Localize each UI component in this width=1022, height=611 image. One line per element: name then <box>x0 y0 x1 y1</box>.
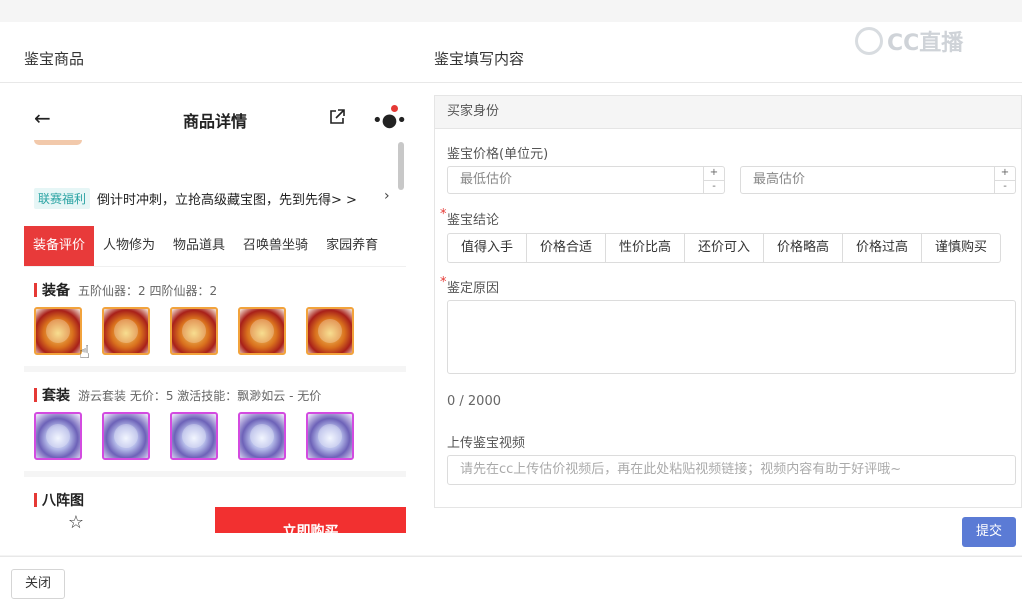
reason-textarea[interactable] <box>447 300 1016 374</box>
tab-home[interactable]: 家园养育 <box>317 226 387 266</box>
promo-tag: 联赛福利 <box>34 187 91 209</box>
minus-icon[interactable]: - <box>995 181 1015 194</box>
star-icon: ☆ <box>67 512 85 533</box>
plus-icon[interactable]: + <box>704 167 724 181</box>
set-item[interactable] <box>34 412 82 460</box>
equipment-item[interactable] <box>34 307 82 355</box>
section-separator <box>24 366 406 372</box>
min-price-stepper[interactable]: + - <box>703 167 724 193</box>
equipment-item[interactable] <box>170 307 218 355</box>
top-bar <box>0 0 1022 23</box>
tab-character[interactable]: 人物修为 <box>94 226 164 266</box>
promo-banner[interactable]: 联赛福利 倒计时冲刺，立抢高级藏宝图，先到先得> > › <box>24 187 394 209</box>
set-item[interactable] <box>306 412 354 460</box>
section-separator <box>24 471 406 477</box>
chevron-right-icon: › <box>384 188 390 204</box>
appraisal-form: 买家身份 鉴宝价格(单位元) 最低估价 +- 最高估价 +- 鉴宝结论 值得入手… <box>434 95 1022 508</box>
orange-tab-indicator <box>34 140 82 145</box>
submit-button[interactable]: 提交 <box>962 517 1016 547</box>
phone-header: ← 商品详情 •●• <box>24 96 406 140</box>
minus-icon[interactable]: - <box>704 181 724 194</box>
appraisal-panel: 鉴宝填写内容 买家身份 鉴宝价格(单位元) 最低估价 +- 最高估价 +- 鉴宝… <box>418 22 1022 555</box>
char-counter: 0 / 2000 <box>447 394 501 409</box>
video-label: 上传鉴宝视频 <box>447 436 526 451</box>
panel-divider <box>418 82 1022 83</box>
tab-equipment[interactable]: 装备评价 <box>24 226 95 266</box>
promo-text: 倒计时冲刺，立抢高级藏宝图，先到先得> > <box>97 192 357 208</box>
set-item[interactable] <box>102 412 150 460</box>
conclusion-fair-price[interactable]: 价格合适 <box>526 233 606 263</box>
equipment-meta: 五阶仙器：2 四阶仙器：2 <box>78 283 218 298</box>
form-section-title: 买家身份 <box>435 96 1021 129</box>
conclusion-caution[interactable]: 谨慎购买 <box>921 233 1001 263</box>
tab-pets[interactable]: 召唤兽坐骑 <box>234 226 317 266</box>
cc-logo-icon <box>855 27 883 55</box>
share-icon[interactable] <box>328 108 346 126</box>
panel-divider <box>0 82 418 83</box>
notification-dot <box>391 105 398 112</box>
watermark-text: CC直播 <box>887 31 964 56</box>
product-preview: ← 商品详情 •●• 联赛福利 倒计时冲刺，立抢高级藏宝图，先到先得> > › … <box>24 96 406 533</box>
cc-live-watermark: CC直播 <box>855 24 995 58</box>
equipment-item[interactable] <box>238 307 286 355</box>
price-label: 鉴宝价格(单位元) <box>447 147 549 162</box>
equipment-item[interactable] <box>306 307 354 355</box>
conclusion-good-value[interactable]: 性价比高 <box>605 233 685 263</box>
phone-title: 商品详情 <box>182 112 247 131</box>
conclusion-worth-buying[interactable]: 值得入手 <box>447 233 527 263</box>
buy-now-button[interactable]: 立即购买 <box>215 507 406 533</box>
detail-tabs: 装备评价 人物修为 物品道具 召唤兽坐骑 家园养育 <box>24 226 406 267</box>
max-price-stepper[interactable]: + - <box>994 167 1015 193</box>
close-button[interactable]: 关闭 <box>11 569 65 599</box>
appraisal-panel-title: 鉴宝填写内容 <box>434 50 525 68</box>
product-panel-title: 鉴宝商品 <box>24 50 85 68</box>
set-title: 套装 <box>42 388 70 404</box>
equipment-item[interactable] <box>102 307 150 355</box>
video-link-input[interactable]: 请先在cc上传估价视频后，再在此处粘贴视频链接；视频内容有助于好评哦~ <box>447 455 1016 485</box>
set-item[interactable] <box>238 412 286 460</box>
favorite-button[interactable]: ☆ 收藏 <box>62 513 90 533</box>
conclusion-label: 鉴宝结论 <box>440 207 499 228</box>
max-price-input[interactable]: 最高估价 + - <box>740 166 1016 194</box>
plus-icon[interactable]: + <box>995 167 1015 181</box>
reason-label: 鉴定原因 <box>440 275 499 296</box>
dialog-footer <box>0 556 1022 611</box>
section-marker <box>34 283 37 297</box>
conclusion-slightly-high[interactable]: 价格略高 <box>763 233 843 263</box>
equipment-section-title: 装备 五阶仙器：2 四阶仙器：2 <box>34 280 217 300</box>
hand-cursor-icon: ☝ <box>79 342 90 363</box>
set-items <box>34 412 354 460</box>
bottom-action-bar: ☆ 收藏 立即购买 <box>24 507 406 533</box>
tab-items[interactable]: 物品道具 <box>164 226 234 266</box>
set-section-title: 套装 游云套装 无价：5 激活技能：飘渺如云 - 无价 <box>34 385 321 405</box>
conclusion-options: 值得入手 价格合适 性价比高 还价可入 价格略高 价格过高 谨慎购买 <box>447 233 1001 263</box>
equipment-title: 装备 <box>42 283 70 299</box>
set-item[interactable] <box>170 412 218 460</box>
scrollbar[interactable] <box>398 142 404 190</box>
more-icon[interactable]: •●• <box>372 110 406 131</box>
max-price-placeholder: 最高估价 <box>753 172 806 187</box>
product-panel: 鉴宝商品 ← 商品详情 •●• 联赛福利 倒计时冲刺，立抢高级藏宝图，先到先得>… <box>0 22 418 555</box>
video-placeholder: 请先在cc上传估价视频后，再在此处粘贴视频链接；视频内容有助于好评哦~ <box>460 462 902 477</box>
conclusion-too-high[interactable]: 价格过高 <box>842 233 922 263</box>
section-marker <box>34 388 37 402</box>
min-price-input[interactable]: 最低估价 + - <box>447 166 725 194</box>
set-meta: 游云套装 无价：5 激活技能：飘渺如云 - 无价 <box>78 388 322 403</box>
section-marker <box>34 493 37 507</box>
conclusion-bargain[interactable]: 还价可入 <box>684 233 764 263</box>
min-price-placeholder: 最低估价 <box>460 172 513 187</box>
